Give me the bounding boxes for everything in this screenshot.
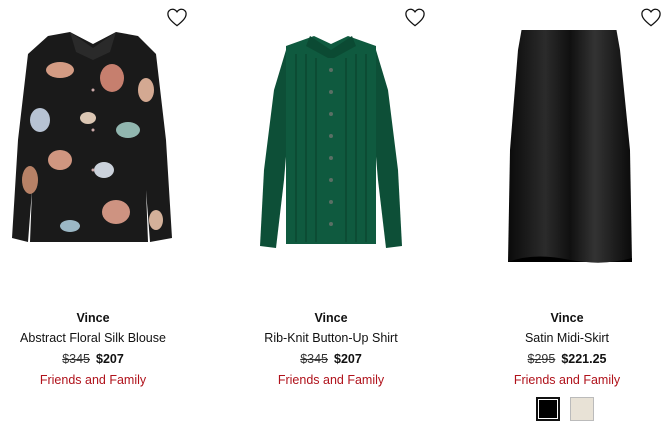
product-card[interactable]: Vince Satin Midi-Skirt $295 $221.25 Frien… [474,0,662,431]
product-price: $345 $207 [0,352,186,366]
sale-price: $207 [334,352,362,366]
heart-icon[interactable] [166,7,188,27]
product-name[interactable]: Satin Midi-Skirt [474,331,660,345]
product-image-satin-skirt[interactable] [474,30,660,270]
product-brand[interactable]: Vince [474,311,660,325]
product-brand[interactable]: Vince [238,311,424,325]
heart-icon[interactable] [640,7,662,27]
color-swatch-black[interactable] [536,397,560,421]
sale-price: $221.25 [561,352,607,366]
product-price: $295 $221.25 [474,352,660,366]
product-brand[interactable]: Vince [0,311,186,325]
promo-label[interactable]: Friends and Family [238,373,424,387]
product-name[interactable]: Abstract Floral Silk Blouse [0,331,186,345]
color-swatch-cream[interactable] [570,397,594,421]
swatch-fill [539,400,557,418]
product-image-rib-knit-shirt[interactable] [238,30,424,270]
product-name[interactable]: Rib-Knit Button-Up Shirt [238,331,424,345]
original-price: $295 [527,352,556,366]
product-card[interactable]: Vince Abstract Floral Silk Blouse $345 $2… [0,0,188,431]
sale-price: $207 [96,352,124,366]
heart-icon[interactable] [404,7,426,27]
swatch-fill [571,398,593,420]
promo-label[interactable]: Friends and Family [0,373,186,387]
original-price: $345 [62,352,90,366]
product-card[interactable]: Vince Rib-Knit Button-Up Shirt $345 $207 … [238,0,426,431]
original-price: $345 [300,352,328,366]
color-swatches [536,397,594,421]
product-image-floral-blouse[interactable] [0,30,186,270]
promo-label[interactable]: Friends and Family [474,373,660,387]
product-price: $345 $207 [238,352,424,366]
